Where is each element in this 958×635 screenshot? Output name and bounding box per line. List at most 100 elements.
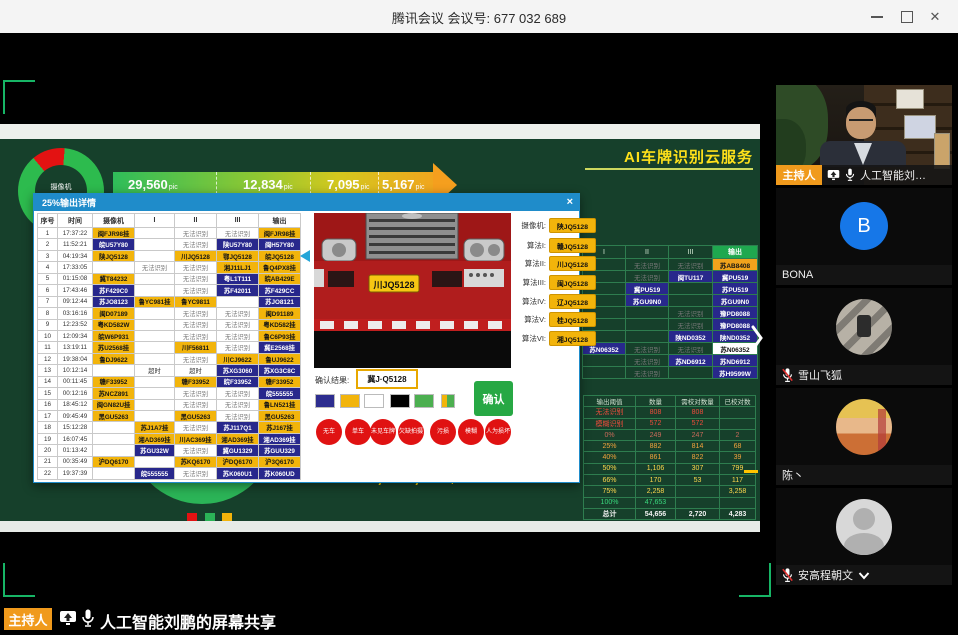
plate-cell[interactable]: 苏K060U1	[217, 468, 259, 479]
reject-button[interactable]: 人为损坏	[485, 419, 511, 445]
plate-color-swatch[interactable]	[315, 394, 335, 408]
algorithm-plate-badge[interactable]: 湘JQ5128	[549, 331, 596, 346]
plate-cell[interactable]: 川CJ9622	[217, 354, 259, 365]
algorithm-plate-badge[interactable]: 赣JQ5128	[549, 238, 596, 253]
plate-cell[interactable]: 无法识别	[175, 468, 217, 479]
plate-cell[interactable]	[93, 365, 135, 376]
plate-cell[interactable]: 苏KQ6170	[175, 457, 217, 468]
reject-button[interactable]: 模糊	[458, 419, 484, 445]
stats-header: 输出阈值	[584, 396, 636, 407]
plate-cell[interactable]	[93, 468, 135, 479]
participant-tile[interactable]: 安高程朝文	[776, 488, 952, 585]
plate-cell[interactable]: 冀GU1329	[217, 445, 259, 456]
plate-cell[interactable]: 闽GN82U挂	[93, 400, 135, 411]
plate-cell[interactable]: 无法识别	[217, 411, 259, 422]
algorithm-plate-badge[interactable]: 川JQ5128	[549, 256, 596, 271]
plate-cell[interactable]: 苏J167挂	[259, 422, 301, 433]
plate-cell[interactable]: 无法识别	[175, 422, 217, 433]
plate-cell[interactable]	[93, 445, 135, 456]
algorithm-plate-badge[interactable]: 辽JQ5128	[549, 294, 596, 309]
reject-button[interactable]: 无车	[316, 419, 342, 445]
plate-cell[interactable]: 赣F33952	[259, 377, 301, 388]
plate-cell[interactable]: 赣F33952	[175, 377, 217, 388]
reject-button[interactable]: 单车	[345, 419, 371, 445]
plate-cell[interactable]: 鲁DJ9622	[93, 354, 135, 365]
plate-cell[interactable]	[135, 411, 175, 422]
plate-color-swatch[interactable]	[441, 394, 455, 408]
plate-cell[interactable]	[93, 434, 135, 445]
plate-cell[interactable]: 无法识别	[175, 354, 217, 365]
plate-cell[interactable]: 赣F33952	[93, 377, 135, 388]
stats-label: 总计	[584, 509, 636, 520]
algorithm-plate-badge[interactable]: 桂JQ5128	[549, 312, 596, 327]
plate-cell[interactable]	[135, 400, 175, 411]
confirm-button[interactable]: 确认	[474, 381, 513, 416]
plate-cell[interactable]: 苏XG3060	[217, 365, 259, 376]
plate-cell[interactable]: 无法识别	[217, 400, 259, 411]
algorithm-plate-badge[interactable]: 陕JQ5128	[549, 218, 596, 233]
participant-tile[interactable]: 雪山飞狐	[776, 288, 952, 385]
plate-cell[interactable]: 苏GU32W	[135, 445, 175, 456]
plate-cell[interactable]	[135, 388, 175, 399]
participant-tile-host[interactable]: 主持人 人工智能刘…	[776, 85, 952, 185]
plate-color-swatch[interactable]	[340, 394, 360, 408]
plate-table-seq: 12	[38, 354, 58, 365]
chevron-down-icon[interactable]	[858, 571, 870, 580]
stats-label: 75%	[584, 486, 636, 497]
dialog-close-icon[interactable]: ×	[567, 196, 573, 208]
plate-cell[interactable]: 川AC369挂	[175, 434, 217, 445]
plate-cell[interactable]	[135, 457, 175, 468]
plate-cell[interactable]: 苏GUU329	[259, 445, 301, 456]
plate-cell[interactable]: 苏NCZ891	[93, 388, 135, 399]
plate-color-swatch[interactable]	[390, 394, 410, 408]
plate-cell[interactable]: 黑GU5263	[175, 411, 217, 422]
reject-button[interactable]: 污损	[430, 419, 456, 445]
plate-cell[interactable]: 黑GU5263	[259, 411, 301, 422]
plate-table-time: 00:35:49	[58, 457, 93, 468]
stats-label: 模糊识别	[584, 419, 636, 430]
stats-qty: 1,106	[636, 464, 676, 475]
plate-cell[interactable]: 超时	[135, 365, 175, 376]
plate-cell[interactable]: 无法识别	[217, 388, 259, 399]
plate-cell[interactable]: 无法识别	[175, 388, 217, 399]
minimize-button[interactable]	[862, 0, 892, 33]
participant-tile[interactable]: 陈丶	[776, 388, 952, 485]
plate-cell[interactable]: 超时	[175, 365, 217, 376]
plate-cell[interactable]: 皖F33952	[217, 377, 259, 388]
plate-cell[interactable]: 鲁LN521挂	[259, 400, 301, 411]
maximize-button[interactable]	[892, 0, 922, 33]
plate-cell[interactable]	[135, 354, 175, 365]
panel-collapse-button[interactable]	[746, 321, 768, 355]
dialog-titlebar[interactable]: 25%输出详情 ×	[34, 194, 579, 211]
reject-button[interactable]: 欠缺拍摄	[398, 419, 424, 445]
plate-cell[interactable]: 苏XG3C8C	[259, 365, 301, 376]
close-button[interactable]: ✕	[920, 0, 950, 33]
plate-cell[interactable]: 沪3Q6170	[259, 457, 301, 468]
reject-button[interactable]: 未见车牌	[370, 419, 396, 445]
algorithm-plate-badge[interactable]: 闽JQ5128	[549, 275, 596, 290]
plate-cell[interactable]: 沪DQ6170	[93, 457, 135, 468]
plate-cell[interactable]: 湘AD369挂	[217, 434, 259, 445]
result-cell	[583, 355, 626, 367]
plate-cell[interactable]: 湘AD369挂	[259, 434, 301, 445]
plate-cell[interactable]: 鲁UJ9622	[259, 354, 301, 365]
plate-cell[interactable]: 无法识别	[175, 445, 217, 456]
plate-color-swatch[interactable]	[414, 394, 434, 408]
plate-cell[interactable]: 湘AD369挂	[135, 434, 175, 445]
algorithm-label: 算法IV:	[502, 296, 546, 307]
plate-cell[interactable]: 黑GU5263	[93, 411, 135, 422]
plate-cell[interactable]: 苏J1A7挂	[135, 422, 175, 433]
participant-tile[interactable]: B BONA	[776, 188, 952, 285]
plate-cell[interactable]: 皖555555	[259, 388, 301, 399]
plate-cell[interactable]: 无法识别	[175, 400, 217, 411]
confirmed-plate-field[interactable]: 冀J·Q5128	[356, 369, 418, 389]
plate-cell[interactable]: 皖555555	[135, 468, 175, 479]
plate-cell[interactable]: 苏K060UD	[259, 468, 301, 479]
plate-cell[interactable]	[93, 422, 135, 433]
plate-color-swatch[interactable]	[364, 394, 384, 408]
plate-cell[interactable]	[135, 377, 175, 388]
plate-cell[interactable]: 苏J117Q1	[217, 422, 259, 433]
result-cell: 无法识别	[669, 319, 713, 331]
maximize-icon	[901, 11, 913, 23]
plate-cell[interactable]: 沪DQ6170	[217, 457, 259, 468]
